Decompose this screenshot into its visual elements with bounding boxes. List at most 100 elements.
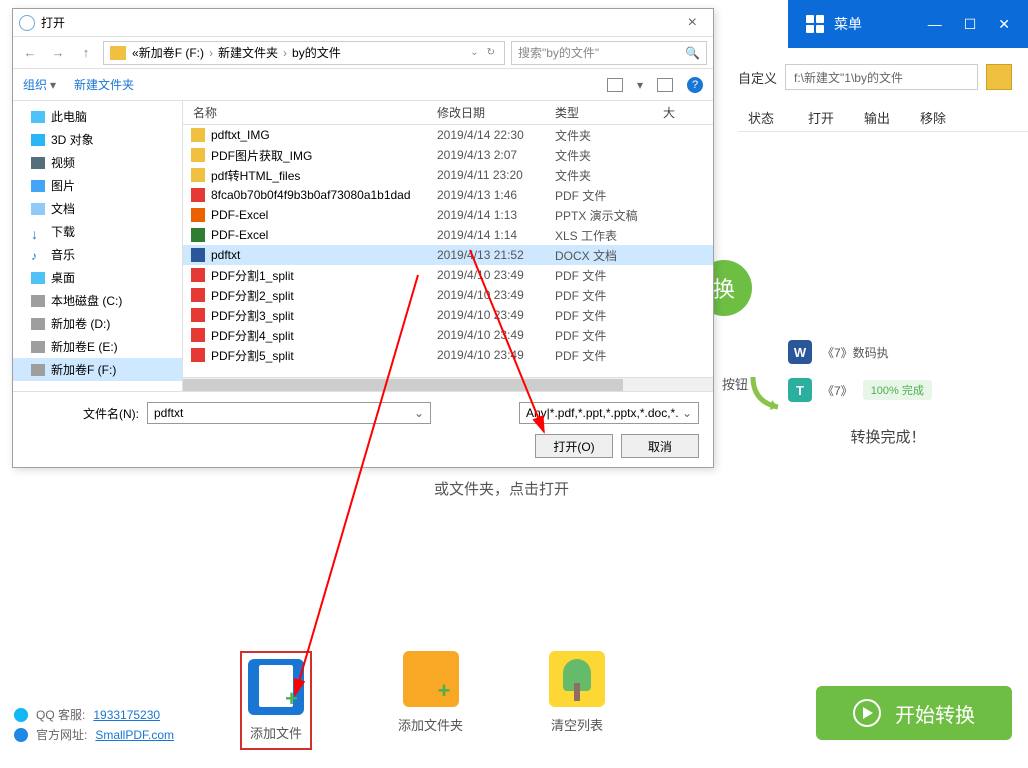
play-icon bbox=[853, 699, 881, 727]
ti-disk-icon bbox=[31, 318, 45, 330]
nav-forward-button[interactable]: → bbox=[47, 42, 69, 64]
tree-item[interactable]: 图片 bbox=[13, 174, 182, 197]
new-folder-button[interactable]: 新建文件夹 bbox=[74, 76, 134, 93]
file-row[interactable]: PDF-Excel2019/4/14 1:13PPTX 演示文稿 bbox=[183, 205, 713, 225]
file-type-icon bbox=[191, 148, 205, 162]
text-icon: T bbox=[788, 378, 812, 402]
tree-item[interactable]: 新加卷E (E:) bbox=[13, 335, 182, 358]
col-open: 打开 bbox=[798, 102, 854, 131]
tree-item[interactable]: 此电脑 bbox=[13, 105, 182, 128]
ti-dl-icon: ↓ bbox=[31, 226, 45, 238]
tree-item[interactable]: 3D 对象 bbox=[13, 128, 182, 151]
ti-3d-icon bbox=[31, 134, 45, 146]
horizontal-scrollbar[interactable] bbox=[183, 377, 713, 391]
search-input[interactable]: 搜索"by的文件" 🔍 bbox=[511, 41, 707, 65]
tree-item[interactable]: 视频 bbox=[13, 151, 182, 174]
tree-item[interactable]: 文档 bbox=[13, 197, 182, 220]
col-status: 状态 bbox=[738, 102, 798, 131]
file-type-icon bbox=[191, 328, 205, 342]
file-row[interactable]: pdf转HTML_files2019/4/11 23:20文件夹 bbox=[183, 165, 713, 185]
file-row[interactable]: PDF-Excel2019/4/14 1:14XLS 工作表 bbox=[183, 225, 713, 245]
menu-label[interactable]: 菜单 bbox=[834, 14, 862, 34]
nav-back-button[interactable]: ← bbox=[19, 42, 41, 64]
tree-item[interactable]: 新加卷 (D:) bbox=[13, 312, 182, 335]
dialog-footer: 文件名(N): pdftxt⌄ Any|*.pdf,*.ppt,*.pptx,*… bbox=[13, 391, 713, 467]
refresh-icon[interactable]: ↻ bbox=[484, 47, 498, 58]
file-row[interactable]: PDF分割2_split2019/4/10 23:49PDF 文件 bbox=[183, 285, 713, 305]
site-link[interactable]: SmallPDF.com bbox=[95, 728, 174, 742]
list-header: 名称 修改日期 类型 大 bbox=[183, 101, 713, 125]
column-headers: 状态 打开 输出 移除 bbox=[738, 102, 1028, 132]
folder-tree: 此电脑3D 对象视频图片文档↓下载♪音乐桌面本地磁盘 (C:)新加卷 (D:)新… bbox=[13, 101, 183, 391]
open-button[interactable]: 打开(O) bbox=[535, 434, 613, 458]
center-hint: 或文件夹，点击打开 bbox=[434, 478, 569, 499]
filename-input[interactable]: pdftxt⌄ bbox=[147, 402, 431, 424]
file-type-icon bbox=[191, 128, 205, 142]
preview-button[interactable] bbox=[657, 78, 673, 92]
add-folder-button[interactable]: 添加文件夹 bbox=[398, 651, 463, 750]
cancel-button[interactable]: 取消 bbox=[621, 434, 699, 458]
file-open-dialog: 打开 × ← → ↑ « 新加卷F (F:) › 新建文件夹 › by的文件 ⌄… bbox=[12, 8, 714, 468]
file-row[interactable]: pdftxt_IMG2019/4/14 22:30文件夹 bbox=[183, 125, 713, 145]
dialog-titlebar: 打开 × bbox=[13, 9, 713, 37]
file-row[interactable]: PDF图片获取_IMG2019/4/13 2:07文件夹 bbox=[183, 145, 713, 165]
file-type-icon bbox=[191, 308, 205, 322]
ti-disk-icon bbox=[31, 364, 45, 376]
ti-desk-icon bbox=[31, 272, 45, 284]
filetype-filter[interactable]: Any|*.pdf,*.ppt,*.pptx,*.doc,*.⌄ bbox=[519, 402, 699, 424]
path-label: 自定义 bbox=[738, 68, 777, 87]
view-mode-button[interactable] bbox=[607, 78, 623, 92]
tree-item[interactable]: 本地磁盘 (C:) bbox=[13, 289, 182, 312]
contact-info: QQ 客服: 1933175230 官方网址: SmallPDF.com bbox=[14, 703, 174, 746]
file-row[interactable]: 8fca0b70b0f4f9b3b0af73080a1b1dad2019/4/1… bbox=[183, 185, 713, 205]
file-type-icon bbox=[191, 188, 205, 202]
file-row[interactable]: PDF分割5_split2019/4/10 23:49PDF 文件 bbox=[183, 345, 713, 365]
tree-item[interactable]: 桌面 bbox=[13, 266, 182, 289]
chevron-down-icon[interactable]: ⌄ bbox=[467, 47, 481, 58]
breadcrumb[interactable]: « 新加卷F (F:) › 新建文件夹 › by的文件 ⌄↻ bbox=[103, 41, 505, 65]
clear-icon bbox=[549, 651, 605, 707]
converted-item: T 《7》 100% 完成 bbox=[788, 378, 932, 402]
minimize-button[interactable]: — bbox=[928, 16, 942, 33]
ie-icon bbox=[14, 728, 28, 742]
file-type-icon bbox=[191, 268, 205, 282]
file-type-icon bbox=[191, 248, 205, 262]
clear-list-button[interactable]: 清空列表 bbox=[549, 651, 605, 750]
file-row[interactable]: pdftxt2019/4/13 21:52DOCX 文档 bbox=[183, 245, 713, 265]
dialog-close-button[interactable]: × bbox=[678, 14, 707, 32]
organize-button[interactable]: 组织 ▾ bbox=[23, 76, 56, 93]
dialog-title: 打开 bbox=[41, 14, 65, 31]
file-type-icon bbox=[191, 288, 205, 302]
progress-badge: 100% 完成 bbox=[863, 380, 932, 400]
tree-item[interactable]: ↓下载 bbox=[13, 220, 182, 243]
dialog-icon bbox=[19, 15, 35, 31]
browse-folder-button[interactable] bbox=[986, 64, 1012, 90]
help-icon[interactable]: ? bbox=[687, 77, 703, 93]
ti-music-icon: ♪ bbox=[31, 249, 45, 261]
tree-item[interactable]: 新加卷F (F:) bbox=[13, 358, 182, 381]
folder-icon bbox=[110, 46, 126, 60]
word-icon: W bbox=[788, 340, 812, 364]
file-row[interactable]: PDF分割1_split2019/4/10 23:49PDF 文件 bbox=[183, 265, 713, 285]
file-type-icon bbox=[191, 168, 205, 182]
add-file-button[interactable]: 添加文件 bbox=[248, 659, 304, 742]
filename-label: 文件名(N): bbox=[27, 405, 139, 422]
start-convert-button[interactable]: 开始转换 bbox=[816, 686, 1012, 740]
done-text: 转换完成！ bbox=[788, 426, 988, 447]
nav-up-button[interactable]: ↑ bbox=[75, 42, 97, 64]
tree-item[interactable]: ♪音乐 bbox=[13, 243, 182, 266]
col-remove: 移除 bbox=[910, 102, 956, 131]
maximize-button[interactable]: ☐ bbox=[964, 16, 977, 33]
ti-disk-icon bbox=[31, 295, 45, 307]
file-row[interactable]: PDF分割4_split2019/4/10 23:49PDF 文件 bbox=[183, 325, 713, 345]
ti-disk-icon bbox=[31, 341, 45, 353]
qq-link[interactable]: 1933175230 bbox=[93, 708, 160, 722]
add-file-icon bbox=[248, 659, 304, 715]
curve-arrow-icon bbox=[748, 372, 788, 412]
output-path-input[interactable] bbox=[785, 64, 978, 90]
menu-icon[interactable] bbox=[806, 15, 824, 33]
close-button[interactable]: ✕ bbox=[998, 16, 1010, 33]
file-row[interactable]: PDF分割3_split2019/4/10 23:49PDF 文件 bbox=[183, 305, 713, 325]
col-output: 输出 bbox=[854, 102, 910, 131]
output-path-area: 自定义 bbox=[738, 56, 1028, 98]
